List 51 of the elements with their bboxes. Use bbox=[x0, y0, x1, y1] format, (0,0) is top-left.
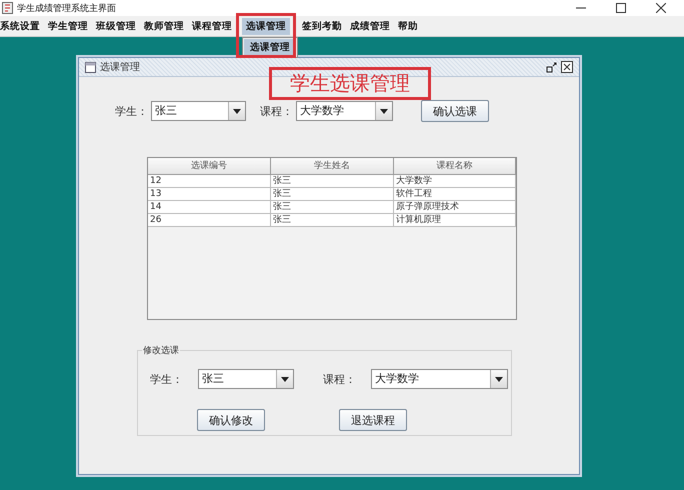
window-icon bbox=[85, 62, 96, 72]
table-cell: 13 bbox=[148, 188, 271, 201]
menu-item[interactable]: 签到考勤 bbox=[298, 18, 346, 34]
table-cell: 软件工程 bbox=[394, 188, 516, 201]
table-cell: 计算机原理 bbox=[394, 214, 516, 227]
table-cell: 26 bbox=[148, 214, 271, 227]
menu-item[interactable]: 选课管理 bbox=[242, 18, 290, 34]
confirm-button[interactable]: 确认选课 bbox=[421, 100, 489, 122]
maximize-icon[interactable] bbox=[616, 3, 626, 13]
table-cell: 张三 bbox=[271, 188, 394, 201]
highlight-box bbox=[236, 12, 296, 58]
menu-item[interactable]: 班级管理 bbox=[92, 18, 140, 34]
table-cell: 14 bbox=[148, 201, 271, 214]
action-button[interactable]: 确认修改 bbox=[197, 409, 265, 431]
group-title: 修改选课 bbox=[142, 344, 180, 357]
column-header[interactable]: 选课编号 bbox=[148, 158, 271, 175]
table-cell: 张三 bbox=[271, 214, 394, 227]
caret-icon[interactable] bbox=[281, 376, 289, 382]
field-label: 课程： bbox=[260, 104, 293, 118]
close-icon[interactable] bbox=[561, 61, 573, 73]
table-cell: 大学数学 bbox=[394, 175, 516, 188]
app-icon bbox=[2, 2, 13, 14]
table-cell: 12 bbox=[148, 175, 271, 188]
annotation-label: 学生选课管理 bbox=[269, 67, 431, 100]
combo-box[interactable]: 大学数学 bbox=[296, 101, 393, 121]
caret-icon[interactable] bbox=[233, 108, 241, 114]
close-icon[interactable] bbox=[656, 3, 666, 13]
caret-icon[interactable] bbox=[495, 376, 503, 382]
menu-item[interactable]: 教师管理 bbox=[140, 18, 188, 34]
menu-item[interactable]: 系统设置 bbox=[0, 18, 44, 34]
combo-box[interactable]: 张三 bbox=[198, 369, 294, 389]
menu-item[interactable]: 学生管理 bbox=[44, 18, 92, 34]
combo-box[interactable]: 大学数学 bbox=[371, 369, 508, 389]
menu-item[interactable]: 课程管理 bbox=[188, 18, 236, 34]
combo-box[interactable]: 张三 bbox=[151, 101, 246, 121]
table-cell: 原子弹原理技术 bbox=[394, 201, 516, 214]
table-cell: 张三 bbox=[271, 175, 394, 188]
restore-icon[interactable] bbox=[546, 62, 557, 72]
window-title: 选课管理 bbox=[100, 60, 141, 74]
caret-icon[interactable] bbox=[380, 108, 388, 114]
column-header[interactable]: 学生姓名 bbox=[271, 158, 394, 175]
table-cell: 张三 bbox=[271, 201, 394, 214]
dropdown-item[interactable]: 选课管理 bbox=[244, 38, 296, 56]
menu-item[interactable]: 帮助 bbox=[394, 18, 422, 34]
menu-item[interactable]: 成绩管理 bbox=[346, 18, 394, 34]
window-title: 学生成绩管理系统主界面 bbox=[17, 2, 117, 14]
action-button[interactable]: 退选课程 bbox=[339, 409, 407, 431]
column-header[interactable]: 课程名称 bbox=[394, 158, 516, 175]
field-label: 学生： bbox=[115, 104, 148, 118]
field-label: 课程： bbox=[323, 372, 356, 386]
field-label: 学生： bbox=[150, 372, 183, 386]
